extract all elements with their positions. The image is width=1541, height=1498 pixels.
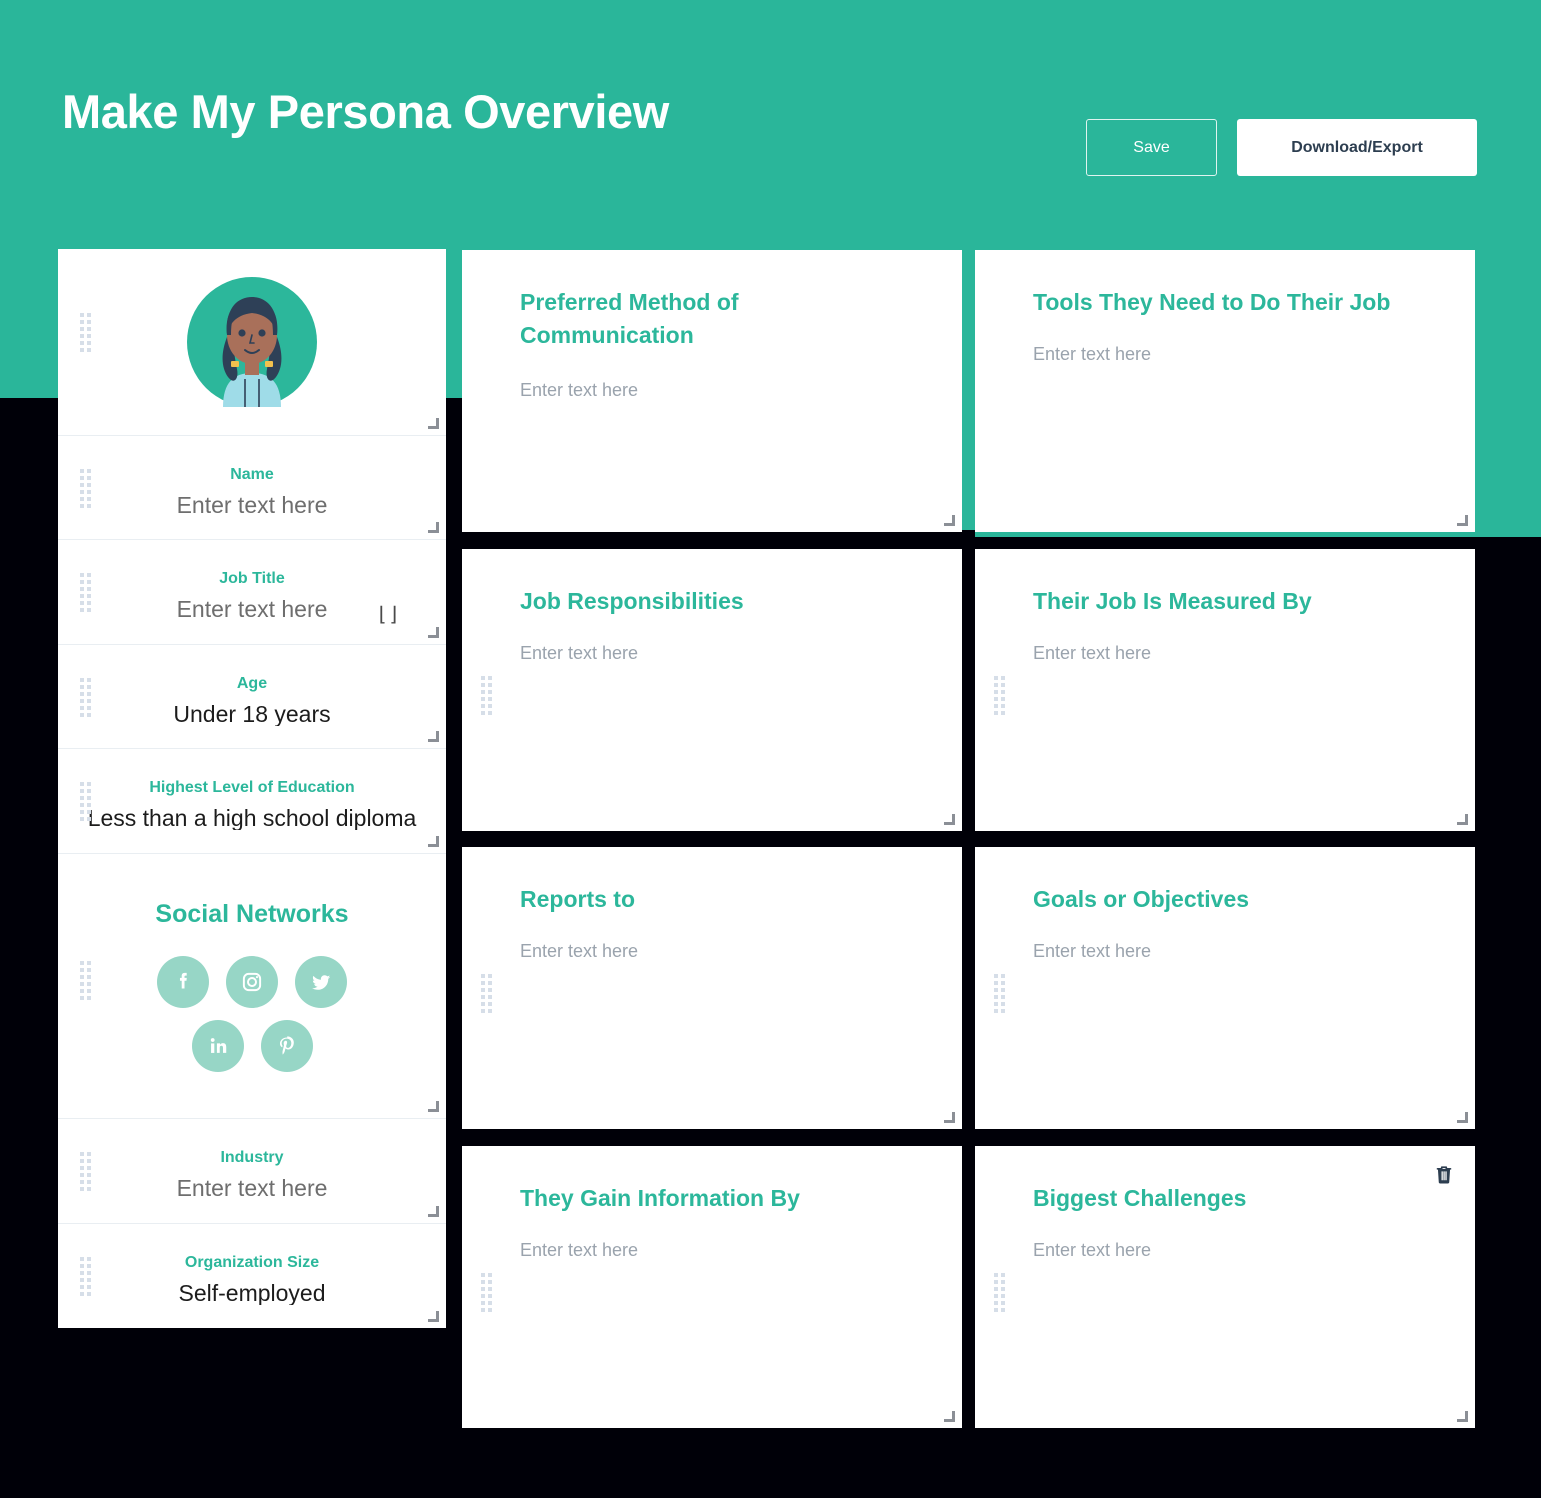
- resize-handle[interactable]: [1457, 814, 1468, 825]
- header-actions: Save Download/Export: [1086, 119, 1477, 176]
- persona-field-job-title[interactable]: Job Title Enter text here ⌊⌋: [58, 540, 446, 645]
- card-title: Goals or Objectives: [1033, 886, 1250, 912]
- drag-handle[interactable]: [80, 1152, 91, 1192]
- persona-field-age[interactable]: Age Under 18 years: [58, 645, 446, 750]
- field-label: Highest Level of Education: [149, 779, 355, 797]
- field-value[interactable]: Enter text here: [58, 1177, 446, 1200]
- card-placeholder[interactable]: Enter text here: [1033, 1241, 1151, 1259]
- twitter-icon[interactable]: [295, 955, 347, 1008]
- resize-handle[interactable]: [428, 522, 439, 534]
- resize-handle[interactable]: [944, 515, 955, 526]
- linkedin-icon[interactable]: [191, 1019, 244, 1072]
- card-placeholder[interactable]: Enter text here: [520, 644, 638, 662]
- drag-handle[interactable]: [481, 974, 492, 1013]
- card-title: Job Responsibilities: [520, 588, 744, 614]
- resize-handle[interactable]: [944, 1411, 955, 1422]
- persona-field-name[interactable]: Name Enter text here: [58, 436, 446, 541]
- field-value[interactable]: Self-employed: [58, 1282, 446, 1305]
- drag-handle[interactable]: [80, 782, 91, 822]
- pinterest-icon[interactable]: [260, 1019, 313, 1072]
- card-title: Biggest Challenges: [1033, 1185, 1247, 1211]
- card-title: Reports to: [520, 886, 635, 912]
- drag-handle[interactable]: [481, 676, 492, 715]
- drag-handle[interactable]: [80, 468, 91, 508]
- resize-handle[interactable]: [428, 1311, 439, 1322]
- resize-handle[interactable]: [1457, 1112, 1468, 1123]
- card-title: Their Job Is Measured By: [1033, 588, 1312, 614]
- text-cursor-icon: ⌊⌋: [375, 605, 400, 629]
- avatar-woman-braids-icon: [187, 277, 317, 407]
- social-icon-row-2: [58, 1019, 446, 1072]
- drag-handle[interactable]: [80, 677, 91, 717]
- resize-handle[interactable]: [428, 1205, 439, 1217]
- field-label: Age: [236, 674, 268, 692]
- resize-handle[interactable]: [428, 626, 439, 638]
- persona-card-tools-they-need[interactable]: Tools They Need to Do Their Job Enter te…: [975, 250, 1475, 660]
- persona-card-reports-to[interactable]: Reports to Enter text here: [462, 847, 962, 1129]
- card-placeholder[interactable]: Enter text here: [520, 1241, 638, 1259]
- facebook-icon[interactable]: [157, 955, 209, 1008]
- card-placeholder[interactable]: Enter text here: [1033, 644, 1151, 662]
- persona-card-their-job-is-measured-by[interactable]: Their Job Is Measured By Enter text here: [975, 549, 1475, 831]
- resize-handle[interactable]: [428, 1101, 439, 1113]
- social-icon-row-1: [58, 955, 446, 1008]
- page-header: Make My Persona Overview Save Download/E…: [0, 0, 1541, 250]
- card-title: Preferred Method of Communication: [520, 289, 739, 349]
- drag-handle[interactable]: [994, 974, 1005, 1013]
- persona-card-they-gain-information-by[interactable]: They Gain Information By Enter text here: [462, 1146, 962, 1428]
- field-value[interactable]: Less than a high school diploma: [58, 807, 446, 830]
- card-placeholder[interactable]: Enter text here: [1033, 942, 1151, 960]
- instagram-icon[interactable]: [226, 955, 278, 1008]
- field-label: Name: [230, 465, 274, 483]
- persona-field-industry[interactable]: Industry Enter text here: [58, 1119, 446, 1224]
- resize-handle[interactable]: [428, 835, 439, 847]
- card-placeholder[interactable]: Enter text here: [520, 381, 638, 399]
- drag-handle[interactable]: [80, 573, 91, 613]
- field-label: Industry: [220, 1149, 284, 1167]
- trash-icon: [1436, 1166, 1452, 1184]
- drag-handle[interactable]: [481, 1273, 492, 1312]
- field-value[interactable]: Under 18 years: [58, 703, 446, 726]
- resize-handle[interactable]: [944, 1112, 955, 1123]
- save-button[interactable]: Save: [1086, 119, 1217, 176]
- persona-field-education[interactable]: Highest Level of Education Less than a h…: [58, 749, 446, 854]
- persona-card-goals-or-objectives[interactable]: Goals or Objectives Enter text here: [975, 847, 1475, 1129]
- drag-handle[interactable]: [994, 1273, 1005, 1312]
- drag-handle[interactable]: [80, 313, 91, 352]
- card-placeholder[interactable]: Enter text here: [1033, 345, 1151, 363]
- resize-handle[interactable]: [428, 731, 439, 743]
- persona-social-networks[interactable]: Social Networks: [58, 854, 446, 1120]
- field-label: Organization Size: [184, 1253, 320, 1271]
- card-title: Tools They Need to Do Their Job: [1033, 289, 1391, 315]
- card-title: They Gain Information By: [520, 1185, 800, 1211]
- social-networks-title: Social Networks: [155, 899, 349, 928]
- drag-handle[interactable]: [80, 1256, 91, 1296]
- drag-handle[interactable]: [80, 960, 91, 1000]
- persona-card-preferred-method-of-communication[interactable]: Preferred Method of Communication Enter …: [462, 250, 962, 660]
- field-value[interactable]: Enter text here: [58, 494, 446, 517]
- persona-field-organization-size[interactable]: Organization Size Self-employed: [58, 1224, 446, 1328]
- persona-card-job-responsibilities[interactable]: Job Responsibilities Enter text here: [462, 549, 962, 831]
- drag-handle[interactable]: [994, 676, 1005, 715]
- persona-card-biggest-challenges[interactable]: Biggest Challenges Enter text here: [975, 1146, 1475, 1428]
- avatar[interactable]: [187, 277, 317, 412]
- resize-handle[interactable]: [428, 417, 439, 429]
- delete-card-button[interactable]: [1433, 1164, 1457, 1188]
- resize-handle[interactable]: [1457, 1411, 1468, 1422]
- app-root: Make My Persona Overview Save Download/E…: [0, 0, 1541, 1498]
- resize-handle[interactable]: [944, 814, 955, 825]
- persona-sidebar-card: Name Enter text here Job Title Enter tex…: [58, 249, 446, 1328]
- download-export-button[interactable]: Download/Export: [1237, 119, 1477, 176]
- field-label: Job Title: [219, 570, 285, 588]
- page-title: Make My Persona Overview: [62, 85, 669, 138]
- card-placeholder[interactable]: Enter text here: [520, 942, 638, 960]
- resize-handle[interactable]: [1457, 515, 1468, 526]
- persona-avatar-row[interactable]: [58, 249, 446, 436]
